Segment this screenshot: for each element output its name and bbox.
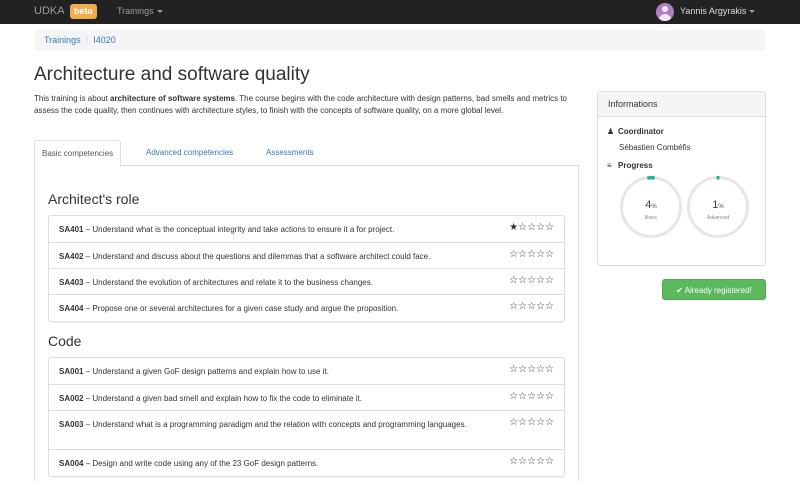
chevron-down-icon: [749, 10, 756, 14]
informations-panel: Informations: [597, 91, 766, 266]
advanced-progress-value: 1%: [690, 199, 746, 211]
advanced-progress-ring: 1% Advanced: [687, 176, 749, 238]
tab-assessments[interactable]: Assessments: [259, 140, 321, 166]
basic-progress-value: 4%: [623, 199, 679, 211]
basic-progress-label: Basic: [644, 215, 658, 221]
breadcrumb-trainings[interactable]: Trainings: [44, 35, 81, 45]
description-text: This training is about: [34, 94, 111, 103]
user-name: Yannis Argyrakis: [680, 6, 747, 16]
competency-code: SA403: [59, 278, 84, 287]
competency-text: – Propose one or several architectures f…: [83, 304, 399, 313]
advanced-progress-label: Advanced: [706, 215, 730, 221]
informations-heading: Informations: [598, 92, 765, 117]
competency-code: SA401: [59, 225, 84, 234]
competency-text: – Understand what is a programming parad…: [83, 420, 467, 429]
list-check-icon: ≡: [607, 161, 612, 170]
percent-unit: %: [651, 204, 657, 210]
competency-text: – Understand and discuss about the quest…: [83, 252, 431, 261]
competency-code: SA003: [59, 420, 84, 429]
list-item: SA402 – Understand and discuss about the…: [49, 243, 564, 269]
progress-label: ≡ Progress: [607, 161, 653, 170]
already-registered-button[interactable]: ✔ Already registered!: [662, 279, 766, 300]
breadcrumb-separator: /: [85, 35, 89, 45]
tab-advanced-competencies[interactable]: Advanced competencies: [139, 140, 240, 166]
star-rating[interactable]: ☆☆☆☆☆: [509, 390, 554, 403]
already-registered-label: Already registered!: [684, 286, 752, 295]
star-rating[interactable]: ★☆☆☆☆: [509, 221, 554, 234]
basic-progress-ring: 4% Basic: [620, 176, 682, 238]
breadcrumb-current[interactable]: I4020: [93, 35, 116, 45]
list-item: SA004 – Design and write code using any …: [49, 450, 564, 476]
coordinator-label-text: Coordinator: [618, 127, 664, 136]
star-rating[interactable]: ☆☆☆☆☆: [509, 363, 554, 376]
competency-text: – Understand what is the conceptual inte…: [83, 225, 395, 234]
brand-logo[interactable]: UDKA: [34, 5, 65, 17]
progress-label-text: Progress: [618, 161, 653, 170]
percent-unit: %: [718, 204, 724, 210]
beta-badge: beta: [70, 4, 97, 19]
page-title: Architecture and software quality: [34, 64, 310, 85]
competency-code: SA004: [59, 459, 84, 468]
training-description: This training is about architecture of s…: [34, 93, 579, 117]
tab-basic-competencies[interactable]: Basic competencies: [34, 140, 122, 167]
coordinator-name: Sébastien Combéfis: [619, 143, 691, 152]
star-rating[interactable]: ☆☆☆☆☆: [509, 416, 554, 429]
user-tie-icon: ♟: [607, 127, 615, 136]
competency-code: SA402: [59, 252, 84, 261]
competency-list: SA001 – Understand a given GoF design pa…: [48, 357, 565, 477]
star-rating[interactable]: ☆☆☆☆☆: [509, 455, 554, 468]
competency-tabs: Basic competencies Advanced competencies…: [34, 140, 579, 167]
breadcrumb: Trainings / I4020: [34, 30, 766, 51]
star-rating[interactable]: ☆☆☆☆☆: [509, 274, 554, 287]
description-highlight: architecture of software systems: [110, 94, 235, 103]
trainings-menu-label: Trainings: [117, 6, 154, 16]
section-title-architects-role: Architect's role: [48, 191, 140, 207]
check-icon: ✔: [676, 286, 685, 295]
trainings-menu[interactable]: Trainings: [117, 6, 163, 16]
coordinator-label: ♟ Coordinator: [607, 127, 664, 136]
competency-text: – Understand the evolution of architectu…: [83, 278, 373, 287]
list-item: SA403 – Understand the evolution of arch…: [49, 269, 564, 295]
list-item: SA001 – Understand a given GoF design pa…: [49, 358, 564, 385]
section-title-code: Code: [48, 333, 82, 349]
chevron-down-icon: [156, 10, 163, 14]
user-menu[interactable]: Yannis Argyrakis: [680, 6, 756, 16]
star-rating[interactable]: ☆☆☆☆☆: [509, 300, 554, 313]
star-rating[interactable]: ☆☆☆☆☆: [509, 248, 554, 261]
list-item: SA401 – Understand what is the conceptua…: [49, 216, 564, 243]
competency-text: – Understand a given bad smell and expla…: [83, 394, 362, 403]
list-item: SA404 – Propose one or several architect…: [49, 295, 564, 321]
top-navbar: UDKA beta Trainings Yannis Argyrakis: [0, 0, 800, 24]
competency-code: SA001: [59, 367, 84, 376]
competency-list: SA401 – Understand what is the conceptua…: [48, 215, 565, 322]
competency-code: SA404: [59, 304, 84, 313]
avatar[interactable]: [656, 3, 674, 21]
list-item: SA002 – Understand a given bad smell and…: [49, 385, 564, 411]
competency-text: – Design and write code using any of the…: [83, 459, 319, 468]
competency-code: SA002: [59, 394, 84, 403]
competency-text: – Understand a given GoF design patterns…: [83, 367, 329, 376]
list-item: SA003 – Understand what is a programming…: [49, 411, 564, 450]
